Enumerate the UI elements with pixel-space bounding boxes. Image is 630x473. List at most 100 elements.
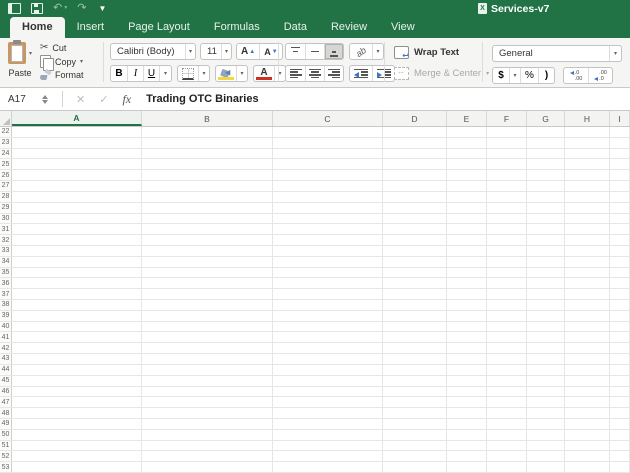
cell-H50[interactable] [565,430,610,440]
cell-D27[interactable] [383,181,447,191]
cell-C33[interactable] [273,246,383,256]
cell-I53[interactable] [610,462,630,472]
align-middle-button[interactable] [305,44,324,59]
cell-H51[interactable] [565,441,610,451]
cell-B38[interactable] [142,300,273,310]
cell-H25[interactable] [565,159,610,169]
cell-C39[interactable] [273,311,383,321]
row-header-34[interactable]: 34 [0,257,12,267]
cell-F50[interactable] [487,430,527,440]
row-header-30[interactable]: 30 [0,214,12,224]
row-header-35[interactable]: 35 [0,268,12,278]
cell-F39[interactable] [487,311,527,321]
cell-C31[interactable] [273,224,383,234]
cell-F32[interactable] [487,235,527,245]
cell-H45[interactable] [565,376,610,386]
cell-A35[interactable] [12,268,142,278]
cell-H41[interactable] [565,332,610,342]
cell-G49[interactable] [527,419,565,429]
cell-H46[interactable] [565,387,610,397]
row-header-39[interactable]: 39 [0,311,12,321]
cell-B27[interactable] [142,181,273,191]
cell-E24[interactable] [447,149,487,159]
column-header-A[interactable]: A [12,111,142,126]
cell-A36[interactable] [12,278,142,288]
column-header-C[interactable]: C [273,111,383,126]
cell-H34[interactable] [565,257,610,267]
cell-I39[interactable] [610,311,630,321]
cell-A32[interactable] [12,235,142,245]
cell-E52[interactable] [447,451,487,461]
cell-F22[interactable] [487,127,527,137]
merge-center-button[interactable]: Merge & Center ▾ [394,67,489,80]
cell-G40[interactable] [527,322,565,332]
cell-F47[interactable] [487,397,527,407]
cell-A39[interactable] [12,311,142,321]
underline-caret-button[interactable]: ▾ [159,66,171,81]
cell-E32[interactable] [447,235,487,245]
cell-C43[interactable] [273,354,383,364]
name-box-stepper[interactable] [42,95,48,104]
cell-E53[interactable] [447,462,487,472]
cell-E42[interactable] [447,343,487,353]
cell-D24[interactable] [383,149,447,159]
cell-G36[interactable] [527,278,565,288]
cell-C41[interactable] [273,332,383,342]
cell-A37[interactable] [12,289,142,299]
cell-H44[interactable] [565,365,610,375]
cell-H43[interactable] [565,354,610,364]
cell-I42[interactable] [610,343,630,353]
cell-G26[interactable] [527,170,565,180]
cell-D46[interactable] [383,387,447,397]
cell-G47[interactable] [527,397,565,407]
cell-F41[interactable] [487,332,527,342]
cell-G33[interactable] [527,246,565,256]
font-color-button[interactable]: A [254,66,274,81]
increase-indent-button[interactable] [372,66,394,81]
cell-G44[interactable] [527,365,565,375]
font-size-select[interactable]: 11 ▾ [200,43,232,60]
cell-B47[interactable] [142,397,273,407]
cell-A47[interactable] [12,397,142,407]
cell-I28[interactable] [610,192,630,202]
cell-E28[interactable] [447,192,487,202]
row-header-43[interactable]: 43 [0,354,12,364]
cell-E48[interactable] [447,408,487,418]
cell-B51[interactable] [142,441,273,451]
row-header-29[interactable]: 29 [0,203,12,213]
cell-C23[interactable] [273,138,383,148]
cell-F49[interactable] [487,419,527,429]
borders-caret-button[interactable]: ▾ [198,66,209,81]
row-header-41[interactable]: 41 [0,332,12,342]
cell-D32[interactable] [383,235,447,245]
currency-caret-button[interactable]: ▾ [509,68,520,83]
row-header-24[interactable]: 24 [0,149,12,159]
cell-B26[interactable] [142,170,273,180]
cell-H24[interactable] [565,149,610,159]
row-header-38[interactable]: 38 [0,300,12,310]
cell-I52[interactable] [610,451,630,461]
row-header-27[interactable]: 27 [0,181,12,191]
cell-H29[interactable] [565,203,610,213]
cell-B41[interactable] [142,332,273,342]
column-header-F[interactable]: F [487,111,527,126]
row-header-31[interactable]: 31 [0,224,12,234]
undo-button[interactable]: ↶▾ [53,3,67,14]
cell-B36[interactable] [142,278,273,288]
cell-C37[interactable] [273,289,383,299]
cell-A53[interactable] [12,462,142,472]
cell-D53[interactable] [383,462,447,472]
cell-I45[interactable] [610,376,630,386]
cell-H38[interactable] [565,300,610,310]
row-header-22[interactable]: 22 [0,127,12,137]
cell-H49[interactable] [565,419,610,429]
insert-function-button[interactable]: fx [122,92,131,107]
cell-E33[interactable] [447,246,487,256]
cell-E25[interactable] [447,159,487,169]
cell-F48[interactable] [487,408,527,418]
column-header-I[interactable]: I [610,111,630,126]
row-header-44[interactable]: 44 [0,365,12,375]
cell-B53[interactable] [142,462,273,472]
cell-G27[interactable] [527,181,565,191]
tab-view[interactable]: View [379,17,427,38]
